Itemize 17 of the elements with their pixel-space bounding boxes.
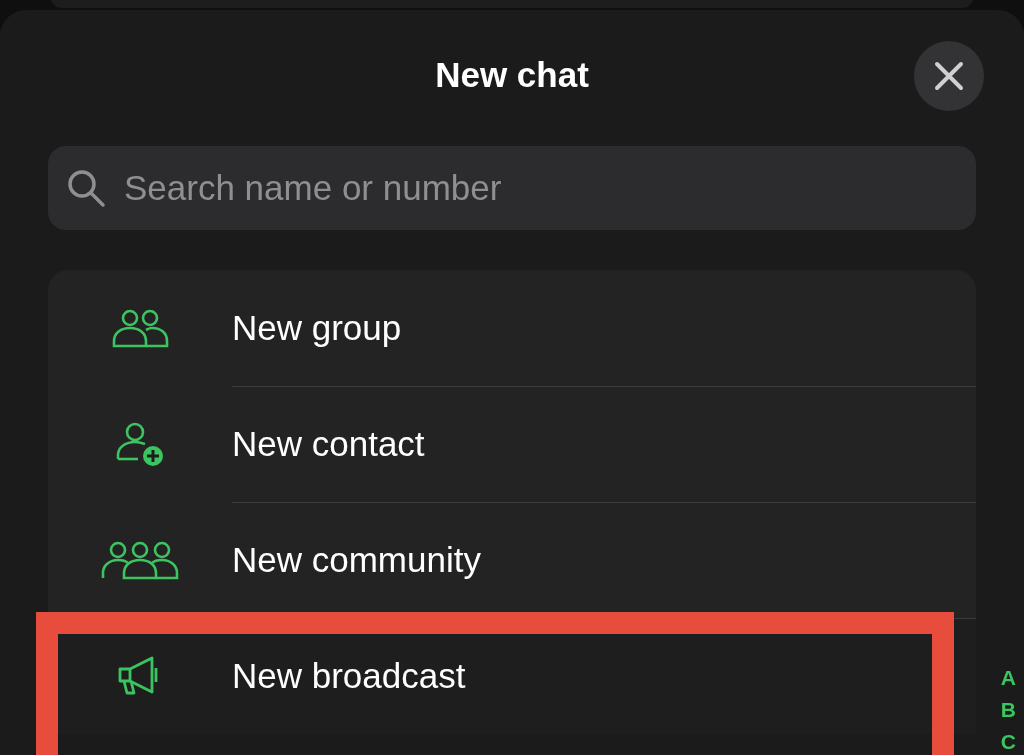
add-person-icon xyxy=(115,421,165,467)
close-icon xyxy=(934,61,964,91)
search-field[interactable]: Search name or number xyxy=(48,146,976,230)
community-icon xyxy=(101,540,179,580)
list-item[interactable]: New community xyxy=(48,502,976,618)
sheet-title: New chat xyxy=(435,55,589,95)
list-item[interactable]: New contact xyxy=(48,386,976,502)
index-letter[interactable]: A xyxy=(1000,662,1016,694)
people-icon xyxy=(111,308,169,348)
item-label: New broadcast xyxy=(232,656,466,696)
index-letter[interactable]: C xyxy=(1000,726,1016,755)
item-label: New contact xyxy=(232,424,425,464)
item-label: New community xyxy=(232,540,481,580)
list-item[interactable]: New group xyxy=(48,270,976,386)
item-label: New group xyxy=(232,308,402,348)
search-icon xyxy=(66,168,106,208)
index-letter[interactable]: B xyxy=(1000,694,1016,726)
